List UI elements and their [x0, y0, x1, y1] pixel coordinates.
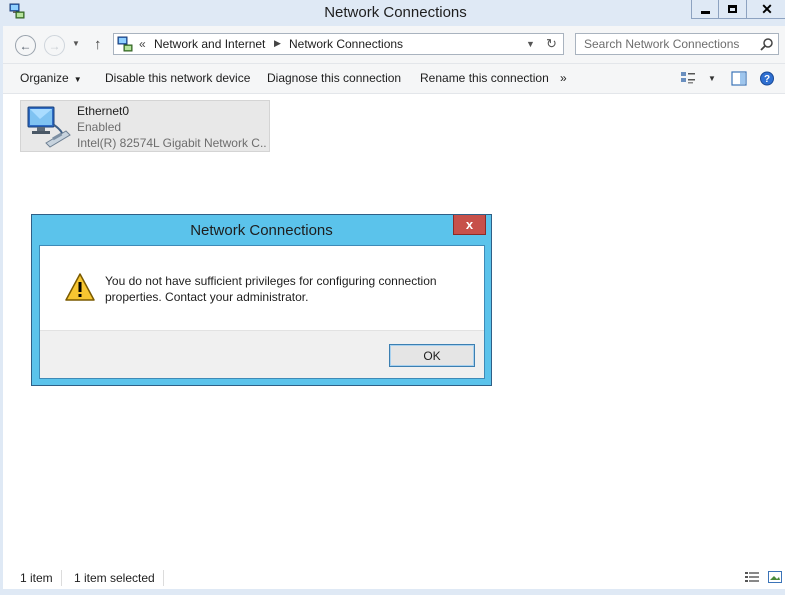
search-box[interactable] — [575, 33, 779, 55]
address-bar[interactable]: « Network and Internet ▶ Network Connect… — [113, 33, 564, 55]
chevron-down-icon: ▼ — [73, 75, 82, 84]
status-divider — [61, 570, 62, 586]
dialog-close-button[interactable]: x — [453, 215, 486, 235]
error-dialog: Network Connections x You do not have su… — [31, 214, 492, 386]
refresh-icon[interactable]: ↻ — [546, 36, 557, 52]
rename-connection-button[interactable]: Rename this connection — [420, 71, 549, 85]
dialog-body: You do not have sufficient privileges fo… — [39, 245, 485, 379]
breadcrumb-separator-icon[interactable]: ▶ — [274, 38, 281, 49]
forward-button[interactable]: → — [44, 35, 65, 56]
dialog-message: You do not have sufficient privileges fo… — [105, 274, 437, 304]
diagnose-connection-button[interactable]: Diagnose this connection — [267, 71, 401, 85]
organize-label: Organize — [20, 71, 69, 85]
status-divider — [163, 570, 164, 586]
title-bar[interactable]: Network Connections ✕ — [3, 0, 785, 26]
change-view-icon[interactable] — [680, 71, 696, 86]
dialog-button-area: OK — [40, 330, 484, 378]
minimize-button[interactable] — [691, 0, 719, 19]
selection-count: 1 item selected — [74, 571, 155, 585]
close-window-button[interactable]: ✕ — [747, 0, 785, 19]
list-item[interactable]: Ethernet0 Enabled Intel(R) 82574L Gigabi… — [20, 100, 270, 152]
minimize-icon — [700, 10, 710, 14]
forward-arrow-icon: → — [48, 38, 61, 53]
organize-menu[interactable]: Organize ▼ — [20, 71, 82, 85]
command-bar: Organize ▼ Disable this network device Di… — [3, 64, 785, 94]
dialog-message-area: You do not have sufficient privileges fo… — [40, 246, 484, 330]
help-icon[interactable]: ? — [759, 71, 775, 86]
more-commands-button[interactable]: » — [560, 71, 567, 85]
breadcrumb-overflow[interactable]: « — [139, 37, 146, 51]
window-title: Network Connections — [324, 4, 467, 21]
navigation-bar: ← → ▼ ↑ « Network and Internet ▶ Network… — [3, 26, 785, 64]
close-icon: ✕ — [761, 1, 773, 17]
close-icon: x — [465, 217, 474, 232]
search-icon[interactable] — [760, 37, 774, 51]
breadcrumb-network-connections[interactable]: Network Connections — [289, 37, 403, 51]
recent-locations-dropdown[interactable]: ▼ — [72, 39, 80, 48]
maximize-icon — [728, 5, 737, 13]
item-count: 1 item — [20, 571, 53, 585]
maximize-button[interactable] — [719, 0, 747, 19]
up-button[interactable]: ↑ — [94, 36, 102, 53]
connection-device: Intel(R) 82574L Gigabit Network C... — [77, 136, 267, 150]
dialog-title: Network Connections — [190, 222, 333, 239]
search-input[interactable] — [576, 34, 756, 54]
breadcrumb-network-and-internet[interactable]: Network and Internet — [154, 37, 265, 51]
ok-button[interactable]: OK — [389, 344, 475, 367]
ethernet-adapter-icon — [27, 106, 71, 148]
details-view-icon[interactable] — [745, 571, 759, 583]
back-button[interactable]: ← — [15, 35, 36, 56]
large-icons-view-icon[interactable] — [768, 571, 782, 583]
view-options-dropdown[interactable]: ▼ — [708, 74, 716, 83]
network-folder-icon — [117, 36, 133, 52]
address-history-dropdown[interactable]: ▼ — [526, 39, 535, 49]
window-bottom-border — [3, 589, 785, 595]
preview-pane-icon[interactable] — [731, 71, 747, 86]
back-arrow-icon: ← — [19, 38, 32, 53]
svg-text:?: ? — [764, 74, 770, 85]
warning-icon — [65, 273, 95, 301]
connection-status: Enabled — [77, 120, 122, 134]
connection-name: Ethernet0 — [77, 104, 130, 118]
disable-device-button[interactable]: Disable this network device — [105, 71, 250, 85]
